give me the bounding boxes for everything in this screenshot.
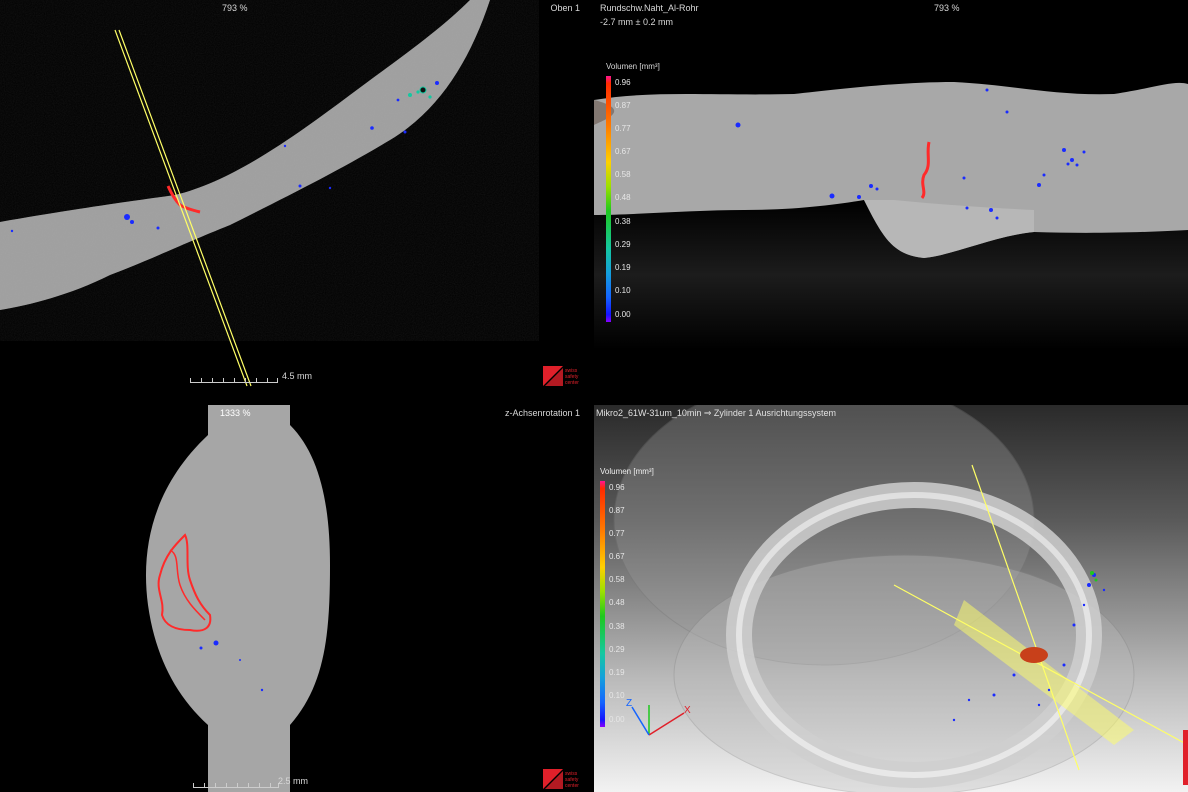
weld-cross-section [145, 405, 330, 792]
legend-title: Volumen [mm³] [600, 467, 654, 476]
scale-label: 4.5 mm [282, 371, 313, 381]
legend-tick: 0.96 [609, 483, 625, 492]
viewport-top-right[interactable]: Rundschw.Naht_Al-Rohr -2.7 mm ± 0.2 mm 7… [594, 0, 1188, 394]
legend-tick: 0.58 [609, 575, 625, 584]
legend-tick: 0.00 [615, 310, 631, 319]
svg-text:center: center [565, 783, 579, 789]
zoom-label: 793 % [934, 3, 960, 13]
legend-tick: 0.87 [609, 506, 625, 515]
legend-gradient-bar [600, 481, 605, 727]
viewport-bottom-right-3d[interactable]: Mikro2_61W-31um_10min ⇒ Zylinder 1 Ausri… [594, 405, 1188, 792]
ct-slice-bottom-left [145, 405, 330, 792]
legend-tick: 0.67 [609, 552, 625, 561]
legend-tick: 0.29 [609, 645, 625, 654]
viewport-title: Mikro2_61W-31um_10min ⇒ Zylinder 1 Ausri… [596, 408, 836, 418]
legend-tick: 0.00 [609, 715, 625, 724]
legend-tick: 0.38 [609, 622, 625, 631]
view-label: z-Achsenrotation 1 [504, 408, 580, 418]
legend-tick: 0.77 [609, 529, 625, 538]
defect-indication [1020, 647, 1048, 663]
company-logo: swiss safety center [543, 366, 583, 388]
legend-tick: 0.96 [615, 78, 631, 87]
measurement-subtitle: -2.7 mm ± 0.2 mm [600, 17, 673, 27]
legend-title: Volumen [mm³] [606, 62, 660, 71]
legend-tick: 0.10 [615, 286, 631, 295]
color-legend: Volumen [mm³] 0.96 0.87 0.77 0.67 0.58 0… [600, 467, 680, 732]
scale-bar [190, 376, 278, 383]
ct-slice-top-left [0, 0, 490, 387]
measurement-title: Rundschw.Naht_Al-Rohr [600, 3, 699, 13]
legend-tick: 0.67 [615, 147, 631, 156]
legend-tick: 0.29 [615, 240, 631, 249]
svg-text:center: center [565, 380, 579, 386]
legend-tick: 0.38 [615, 217, 631, 226]
legend-tick: 0.87 [615, 101, 631, 110]
viewport-bottom-left[interactable]: 1333 % z-Achsenrotation 1 2.5 mm swiss sa… [0, 405, 592, 792]
company-logo: swiss safety center [543, 769, 583, 791]
legend-tick: 0.19 [609, 668, 625, 677]
legend-tick: 0.58 [615, 170, 631, 179]
color-legend: Volumen [mm³] 0.96 0.87 0.77 0.67 0.58 0… [606, 62, 686, 327]
legend-tick: 0.48 [615, 193, 631, 202]
viewport-top-left[interactable]: 793 % Oben 1 4.5 mm swiss safety center [0, 0, 592, 394]
logo-edge [1183, 730, 1188, 785]
legend-tick: 0.48 [609, 598, 625, 607]
legend-tick: 0.10 [609, 691, 625, 700]
legend-tick: 0.19 [615, 263, 631, 272]
legend-gradient-bar [606, 76, 611, 322]
zoom-label: 1333 % [220, 408, 251, 418]
3d-render [613, 405, 1188, 792]
scale-bar [193, 781, 279, 788]
view-label: Oben 1 [550, 3, 580, 13]
legend-tick: 0.77 [615, 124, 631, 133]
zoom-label: 793 % [222, 3, 248, 13]
scale-label: 2.5 mm [278, 776, 309, 786]
axis-label-x: X [684, 705, 691, 716]
